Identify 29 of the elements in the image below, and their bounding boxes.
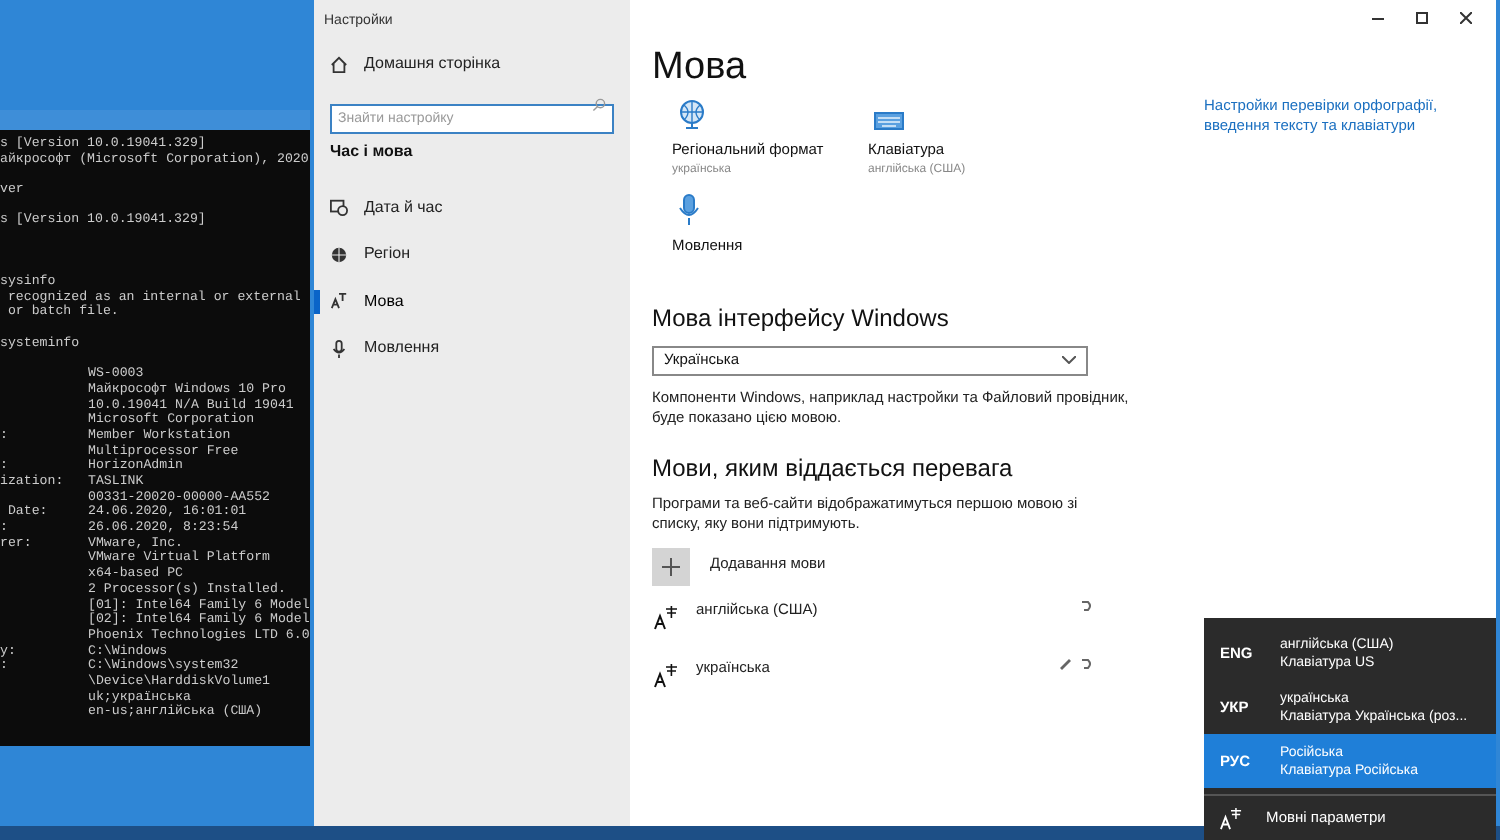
add-language-button[interactable] [652, 547, 690, 585]
globe-icon [678, 100, 706, 130]
plus-icon [662, 557, 680, 575]
maximize-icon [1416, 12, 1428, 24]
sidebar-item[interactable]: Регіон [314, 231, 630, 278]
page-title: Мова [652, 43, 747, 92]
chevron-down-icon [1062, 356, 1076, 364]
home-link[interactable]: Домашня сторінка [364, 52, 501, 76]
section-heading: Мови, яким віддається перевага [652, 451, 1013, 485]
globe-icon [330, 245, 348, 264]
search-icon [592, 98, 606, 112]
keyboard-icon [874, 112, 904, 130]
section-heading: Мова інтерфейсу Windows [652, 301, 949, 335]
language-icon [654, 605, 678, 629]
language-icon [654, 663, 678, 687]
minimize-icon [1372, 17, 1384, 19]
calendar-clock-icon [330, 198, 348, 217]
home-icon [330, 55, 348, 73]
microphone-icon [678, 194, 700, 227]
sidebar-item[interactable]: Мова [314, 278, 630, 325]
undo-icon [1080, 657, 1092, 669]
microphone-icon [330, 339, 348, 358]
language-icon [1220, 807, 1242, 829]
sidebar-item[interactable]: Мовлення [314, 325, 630, 372]
undo-icon [1080, 599, 1092, 611]
sidebar-item[interactable]: Дата й час [314, 184, 630, 231]
language-icon [330, 292, 348, 311]
close-icon [1460, 12, 1472, 24]
section-heading: Час і мова [330, 140, 413, 164]
